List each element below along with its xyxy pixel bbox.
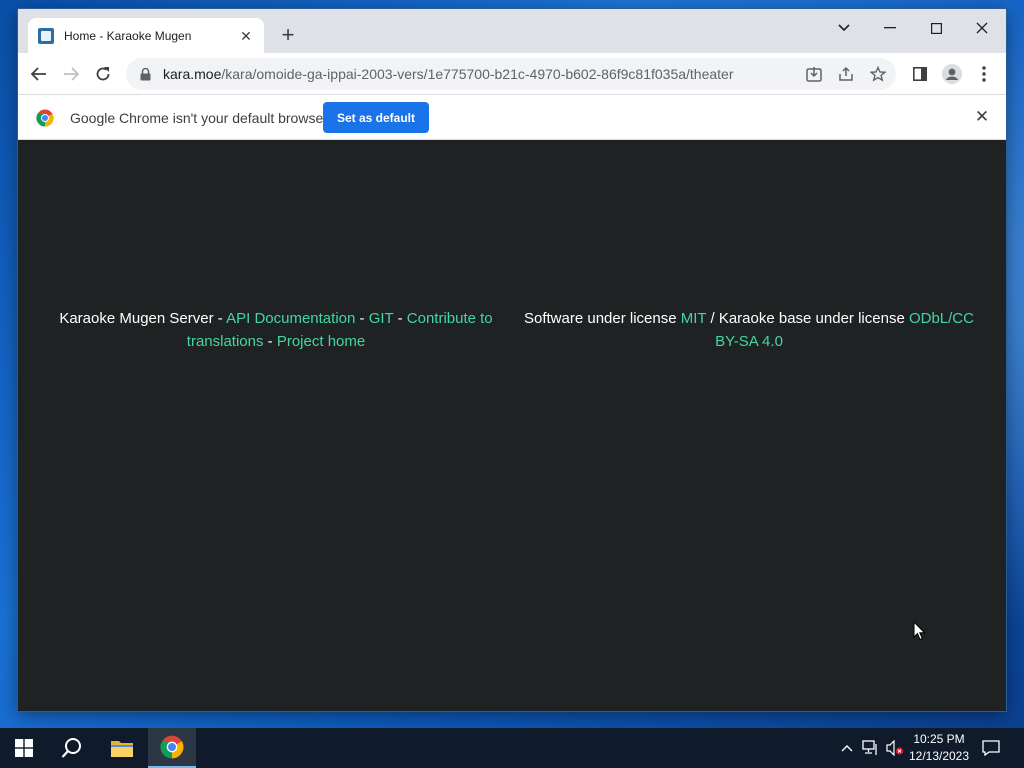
git-link[interactable]: GIT xyxy=(369,310,394,327)
mit-license-link[interactable]: MIT xyxy=(681,310,707,327)
notifications-icon[interactable] xyxy=(981,738,1001,758)
minimize-button[interactable] xyxy=(870,13,910,43)
url-text: kara.moe/kara/omoide-ga-ippai-2003-vers/… xyxy=(163,66,734,82)
separator: - xyxy=(393,310,407,327)
back-button[interactable] xyxy=(26,61,52,87)
set-as-default-button[interactable]: Set as default xyxy=(323,102,429,133)
reload-button[interactable] xyxy=(90,61,116,87)
forward-button[interactable] xyxy=(58,61,84,87)
default-browser-infobar: Google Chrome isn't your default browser… xyxy=(18,95,1006,140)
search-button[interactable] xyxy=(48,728,96,768)
folder-icon xyxy=(111,741,133,757)
search-icon xyxy=(61,738,81,758)
separator: - xyxy=(263,333,277,350)
clock-date: 12/13/2023 xyxy=(908,749,970,763)
file-explorer-button[interactable] xyxy=(98,728,146,768)
footer-server-label: Karaoke Mugen Server - xyxy=(59,310,227,327)
show-hidden-icons-chevron[interactable] xyxy=(837,738,857,758)
chrome-menu-icon[interactable] xyxy=(973,63,995,85)
karaoke-mugen-favicon xyxy=(38,27,54,44)
side-panel-icon[interactable] xyxy=(909,63,931,85)
bookmark-star-icon[interactable] xyxy=(867,63,889,85)
browser-toolbar: kara.moe/kara/omoide-ga-ippai-2003-vers/… xyxy=(18,53,1006,95)
close-window-button[interactable] xyxy=(962,13,1002,43)
infobar-message: Google Chrome isn't your default browser xyxy=(70,110,328,126)
maximize-button[interactable] xyxy=(916,13,956,43)
chrome-taskbar-button[interactable] xyxy=(148,728,196,768)
chrome-window: Home - Karaoke Mugen ✕ + kara.moe/kara/o… xyxy=(18,9,1006,711)
lock-icon[interactable] xyxy=(140,67,151,81)
footer-license-info: Software under license MIT / Karaoke bas… xyxy=(524,307,974,353)
api-documentation-link[interactable]: API Documentation xyxy=(226,310,355,327)
volume-muted-icon[interactable] xyxy=(885,738,905,758)
network-icon[interactable] xyxy=(861,738,881,758)
chrome-icon xyxy=(160,735,184,759)
karaoke-base-license-label: / Karaoke base under license xyxy=(706,310,909,327)
tab-close-icon[interactable]: ✕ xyxy=(238,28,254,44)
url-host: kara.moe xyxy=(163,66,222,82)
start-button[interactable] xyxy=(0,728,48,768)
mouse-cursor-icon xyxy=(913,620,927,641)
windows-logo-icon xyxy=(15,739,33,757)
system-clock[interactable]: 10:25 PM 12/13/2023 xyxy=(904,731,974,765)
windows-taskbar: 10:25 PM 12/13/2023 xyxy=(0,728,1024,768)
tab-title: Home - Karaoke Mugen xyxy=(64,28,192,43)
page-content: Karaoke Mugen Server - API Documentation… xyxy=(18,141,1006,711)
address-bar[interactable]: kara.moe/kara/omoide-ga-ippai-2003-vers/… xyxy=(126,58,896,90)
browser-tab[interactable]: Home - Karaoke Mugen ✕ xyxy=(28,18,264,53)
project-home-link[interactable]: Project home xyxy=(277,333,365,350)
tab-strip: Home - Karaoke Mugen ✕ + xyxy=(18,9,1006,53)
install-app-icon[interactable] xyxy=(803,63,825,85)
software-license-label: Software under license xyxy=(524,310,681,327)
share-icon[interactable] xyxy=(835,63,857,85)
clock-time: 10:25 PM xyxy=(913,732,965,746)
chrome-logo-icon xyxy=(36,109,54,127)
new-tab-button[interactable]: + xyxy=(276,24,300,48)
profile-avatar-icon[interactable] xyxy=(941,63,963,85)
separator: - xyxy=(355,310,369,327)
url-path: /kara/omoide-ga-ippai-2003-vers/1e775700… xyxy=(221,66,734,82)
tab-search-icon[interactable] xyxy=(824,13,864,43)
footer-server-links: Karaoke Mugen Server - API Documentation… xyxy=(58,307,494,353)
infobar-close-icon[interactable]: ✕ xyxy=(972,107,992,127)
